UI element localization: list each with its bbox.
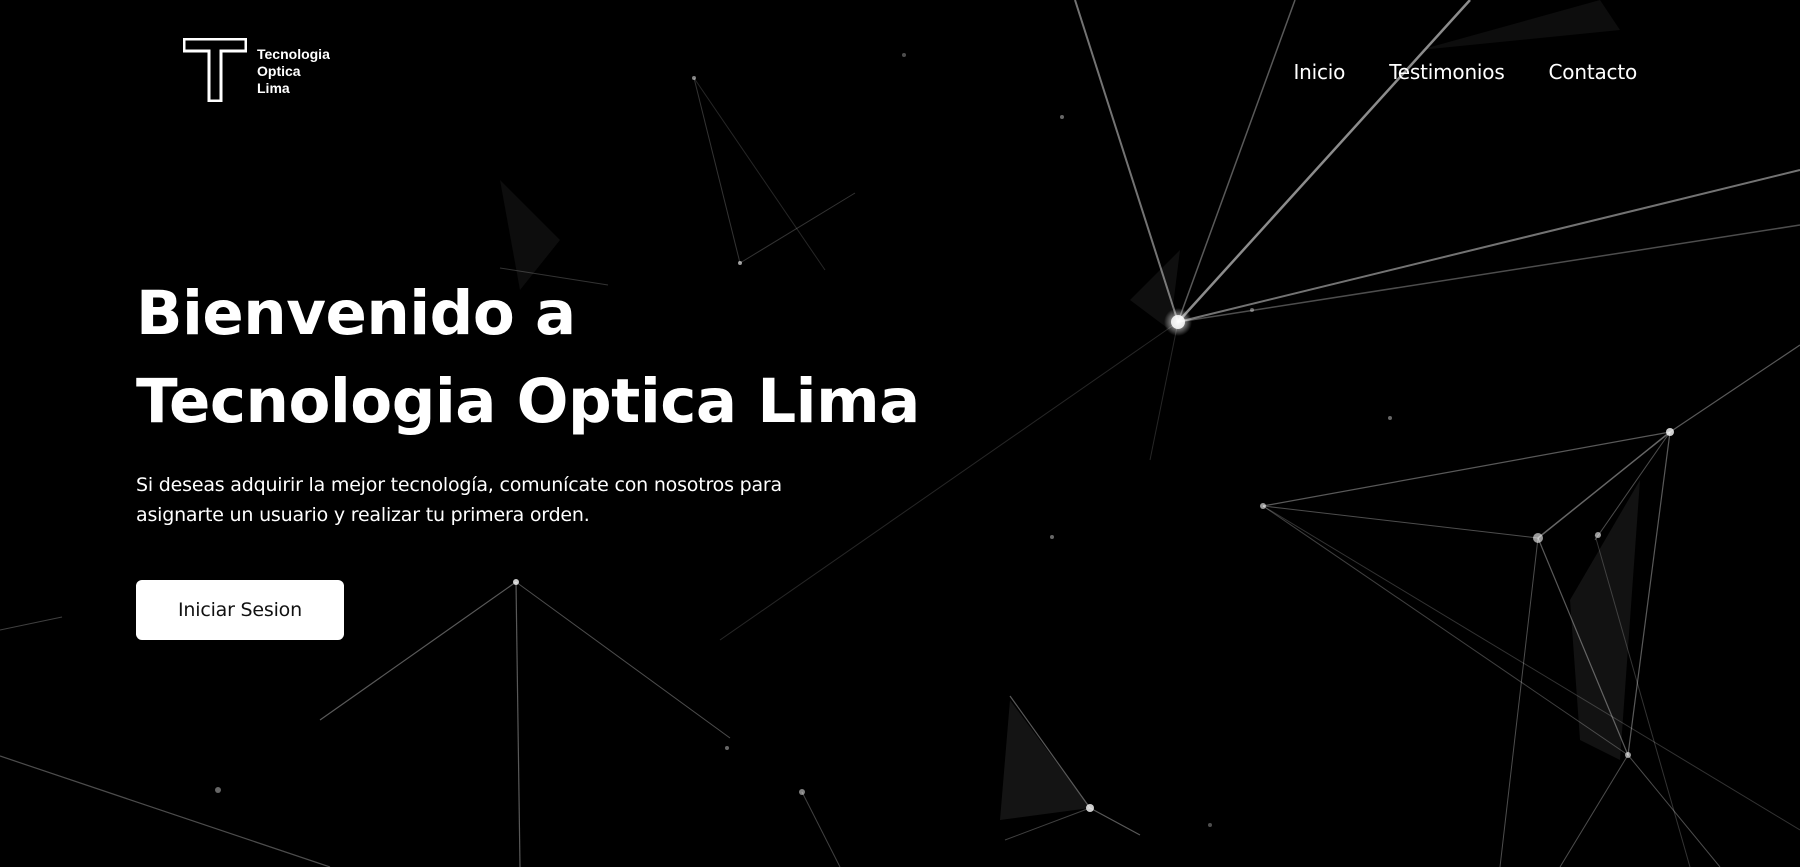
hero-title-line: Tecnologia Optica Lima: [136, 366, 920, 437]
hero-description: Si deseas adquirir la mejor tecnología, …: [136, 474, 782, 526]
hero-section: Bienvenido a Tecnologia Optica Lima Si d…: [136, 270, 1036, 640]
nav-link-inicio[interactable]: Inicio: [1293, 60, 1345, 84]
brand-name-line: Tecnologia: [257, 46, 330, 62]
brand-name: Tecnologia Optica Lima: [257, 46, 330, 97]
hero-title: Bienvenido a Tecnologia Optica Lima: [136, 270, 1036, 446]
login-button[interactable]: Iniciar Sesion: [136, 580, 344, 640]
site-header: Tecnologia Optica Lima Inicio Testimonio…: [0, 0, 1800, 140]
brand-logo[interactable]: Tecnologia Optica Lima: [183, 38, 330, 102]
brand-name-line: Lima: [257, 80, 290, 96]
nav-link-contacto[interactable]: Contacto: [1549, 60, 1638, 84]
t-logo-icon: [183, 38, 247, 102]
brand-name-line: Optica: [257, 63, 301, 79]
main-nav: Inicio Testimonios Contacto: [1293, 60, 1637, 84]
nav-link-testimonios[interactable]: Testimonios: [1389, 60, 1505, 84]
hero-title-line: Bienvenido a: [136, 278, 576, 349]
